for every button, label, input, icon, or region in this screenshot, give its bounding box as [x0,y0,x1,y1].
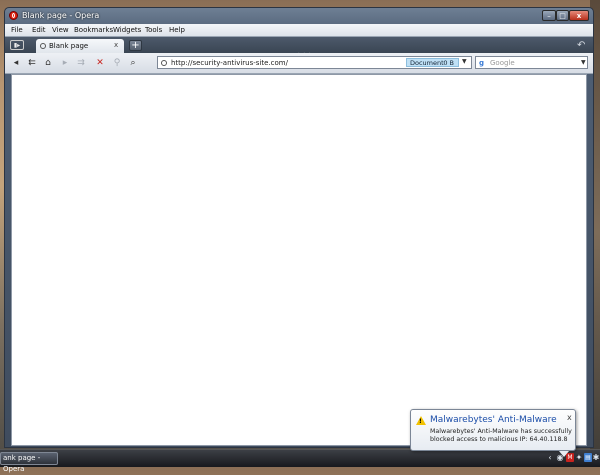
opera-logo-icon [9,11,18,20]
tray-bluetooth-icon[interactable]: ✱ [592,453,600,462]
document-label: Document [410,59,444,67]
wand-button[interactable]: ⚲ [111,57,123,69]
panel-toggle-button[interactable]: ▮▸ [10,40,24,50]
forward-button[interactable]: ▸ [59,57,71,69]
menu-edit[interactable]: Edit [32,26,46,34]
menu-bar: File Edit View Bookmarks Widgets Tools H… [5,24,593,37]
search-placeholder[interactable]: Google [490,59,515,67]
menu-help[interactable]: Help [169,26,185,34]
menu-view[interactable]: View [52,26,69,34]
taskbar-opera-button[interactable]: ank page - Opera [0,452,58,473]
address-url[interactable]: http://security-antivirus-site.com/ [171,59,288,67]
home-button[interactable]: ⌂ [42,57,54,69]
rewind-button[interactable]: ⇇ [26,57,38,69]
page-icon [40,43,46,49]
notification-balloon[interactable]: ! Malwarebytes' Anti-Malware x Malwareby… [410,409,576,457]
title-bar: Blank page - Opera – □ x [5,8,593,24]
search-field[interactable]: g Google ▼ [475,56,588,69]
google-icon[interactable]: g [479,59,486,67]
document-size-indicator: Document 0 B [406,58,459,67]
menu-tools[interactable]: Tools [145,26,162,34]
opera-window: Blank page - Opera – □ x File Edit View … [4,7,594,448]
taskbar: ank page - Opera ‹ ◉ M ✦ ▤ ✱ [0,449,600,473]
fast-forward-button[interactable]: ⇉ [75,57,87,69]
address-field[interactable]: http://security-antivirus-site.com/ Docu… [157,56,472,69]
document-size: 0 B [443,59,454,67]
menu-widgets[interactable]: Widgets [113,26,141,34]
new-tab-button[interactable]: + [129,40,142,51]
search-dropdown-icon[interactable]: ▼ [581,59,586,66]
window-title: Blank page - Opera [22,11,100,20]
tab-label: Blank page [49,42,89,50]
navigation-toolbar: ◂ ⇇ ⌂ ▸ ⇉ ✕ ⚲ ⌕ http://security-antiviru… [5,53,593,74]
maximize-button[interactable]: □ [556,10,569,21]
notification-message: Malwarebytes' Anti-Malware has successfu… [430,428,572,443]
closed-tabs-icon[interactable]: ↶ [577,40,585,51]
stop-button[interactable]: ✕ [94,57,106,69]
minimize-button[interactable]: – [542,10,556,21]
menu-file[interactable]: File [11,26,23,34]
notification-title: Malwarebytes' Anti-Malware [430,415,557,425]
tray-display-icon[interactable]: ▤ [584,453,592,462]
page-content[interactable] [11,74,587,446]
address-dropdown-icon[interactable]: ▼ [462,58,467,65]
zoom-search-button[interactable]: ⌕ [127,57,139,69]
notification-close-button[interactable]: x [567,413,572,422]
tab-bar: ▮▸ Blank page x + • • • ↶ [5,37,593,58]
warning-mark: ! [419,418,422,425]
tab-blank-page[interactable]: Blank page x [36,39,124,53]
back-button[interactable]: ◂ [10,57,22,69]
close-button[interactable]: x [569,10,589,21]
tray-app-icon[interactable]: ✦ [575,453,583,462]
tab-close-icon[interactable]: x [114,41,118,49]
tray-expand-icon[interactable]: ‹ [546,453,554,462]
site-icon [161,60,167,66]
menu-bookmarks[interactable]: Bookmarks [74,26,113,34]
